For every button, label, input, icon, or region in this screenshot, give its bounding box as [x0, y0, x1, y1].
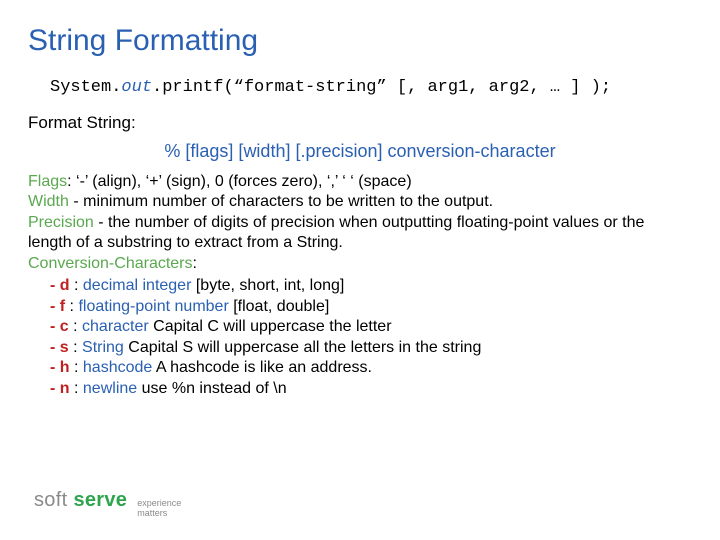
code-prefix: System.: [50, 78, 121, 97]
bullet-icon: -: [50, 359, 60, 376]
list-item: - n : newline use %n instead of \n: [50, 379, 692, 399]
format-string-label: Format String:: [28, 113, 692, 133]
conv-extra: A hashcode is like an address.: [152, 359, 372, 376]
conv-extra: use %n instead of \n: [137, 380, 286, 397]
list-item: - h : hashcode A hashcode is like an add…: [50, 358, 692, 378]
conv-char-label: Conversion-Characters: [28, 255, 193, 272]
width-label: Width: [28, 193, 69, 210]
precision-text: - the number of digits of precision when…: [28, 214, 644, 251]
flags-line: Flags: ‘-’ (align), ‘+’ (sign), 0 (force…: [28, 172, 692, 192]
conv-name: decimal integer: [83, 277, 192, 294]
conversion-characters-label: Conversion-Characters:: [28, 254, 692, 274]
code-out-keyword: out: [121, 78, 152, 97]
list-item: - f : floating-point number [float, doub…: [50, 297, 692, 317]
conv-extra: Capital C will uppercase the letter: [149, 318, 392, 335]
conv-char-colon: :: [193, 255, 197, 272]
list-item: - d : decimal integer [byte, short, int,…: [50, 276, 692, 296]
conv-code: d: [60, 277, 70, 294]
code-rest: .printf(“format-string” [, arg1, arg2, ……: [152, 78, 611, 97]
flags-text: : ‘-’ (align), ‘+’ (sign), 0 (forces zer…: [67, 173, 412, 190]
conv-code: c: [60, 318, 69, 335]
bullet-icon: -: [50, 380, 60, 397]
precision-label: Precision: [28, 214, 94, 231]
conv-name: hashcode: [83, 359, 152, 376]
list-item: - c : character Capital C will uppercase…: [50, 317, 692, 337]
conv-extra: Capital S will uppercase all the letters…: [124, 339, 482, 356]
conv-code: h: [60, 359, 70, 376]
format-pattern: % [flags] [width] [.precision] conversio…: [28, 141, 692, 162]
bullet-icon: -: [50, 277, 60, 294]
logo-tagline: experience matters: [137, 499, 181, 518]
conv-code: s: [60, 339, 69, 356]
conv-name: String: [82, 339, 124, 356]
precision-line: Precision - the number of digits of prec…: [28, 213, 692, 254]
conv-name: newline: [83, 380, 137, 397]
footer-logo: soft serve experience matters: [34, 489, 181, 518]
conv-extra: [float, double]: [229, 298, 330, 315]
logo-part-soft: soft: [34, 489, 67, 512]
conv-name: character: [82, 318, 149, 335]
list-item: - s : String Capital S will uppercase al…: [50, 338, 692, 358]
conv-extra: [byte, short, int, long]: [191, 277, 344, 294]
logo-tag-2: matters: [137, 509, 181, 518]
slide-title: String Formatting: [28, 24, 692, 58]
bullet-icon: -: [50, 318, 60, 335]
printf-syntax: System.out.printf(“format-string” [, arg…: [50, 78, 692, 97]
bullet-icon: -: [50, 339, 60, 356]
flags-label: Flags: [28, 173, 67, 190]
conv-name: floating-point number: [78, 298, 228, 315]
conv-code: n: [60, 380, 70, 397]
bullet-icon: -: [50, 298, 60, 315]
conversion-list: - d : decimal integer [byte, short, int,…: [28, 276, 692, 399]
width-text: - minimum number of characters to be wri…: [69, 193, 493, 210]
logo-part-serve: serve: [73, 489, 127, 512]
width-line: Width - minimum number of characters to …: [28, 192, 692, 212]
